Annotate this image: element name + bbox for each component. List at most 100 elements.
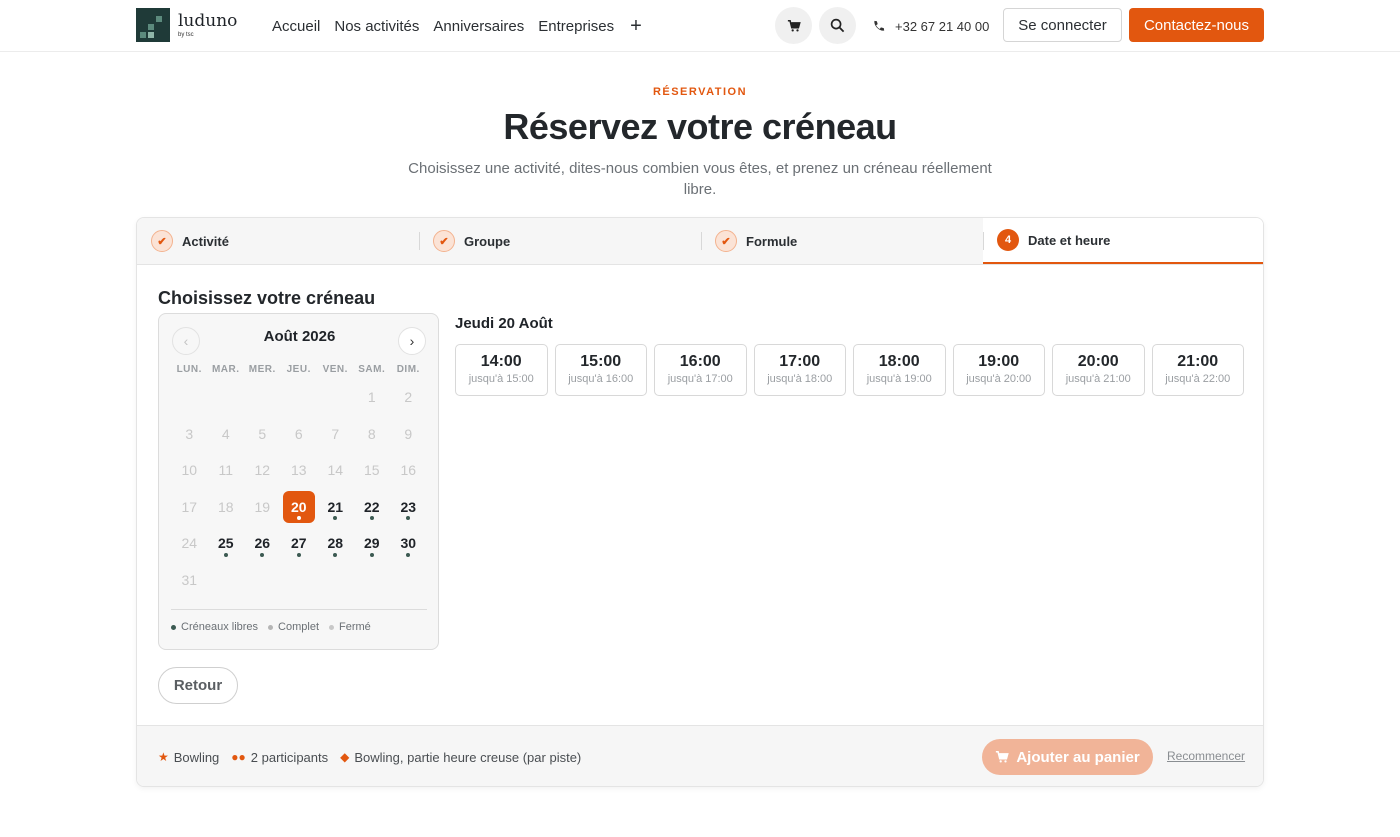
back-button[interactable]: Retour — [158, 667, 238, 704]
calendar-day: 1 — [367, 389, 376, 406]
step-label: Formule — [746, 233, 798, 249]
summary-group: ●● 2 participants — [231, 750, 328, 765]
calendar-empty-cell — [173, 381, 206, 414]
next-month-button[interactable]: › — [398, 327, 426, 355]
calendar-days: 1 2 3 4 5 6 7 8 9 10 11 12 13 14 15 16 17 18 19 20 21 22 23 24 2… — [171, 379, 427, 598]
cart-button[interactable] — [775, 7, 812, 44]
weekday-label: SAM. — [358, 364, 386, 375]
section-title: Choisissez votre créneau — [158, 288, 376, 308]
eyebrow: RÉSERVATION — [652, 86, 748, 98]
slot-until: jusqu'à 21:00 — [1065, 373, 1131, 385]
slot-time: 20:00 — [1077, 353, 1119, 370]
booking-card: ✔ Activité ✔ Groupe ✔ Formule 4 Date et … — [136, 217, 1264, 787]
step-date-heure[interactable]: 4 Date et heure — [983, 218, 1263, 264]
restart-link[interactable]: Recommencer — [1167, 749, 1245, 763]
menu-item-entreprises[interactable]: Entreprises — [538, 18, 614, 35]
contact-button[interactable]: Contactez-nous — [1129, 8, 1264, 42]
legend-item: Complet — [268, 621, 319, 633]
time-slot-button[interactable]: 17:00 jusqu'à 18:00 — [753, 344, 846, 396]
calendar-day[interactable]: 27 — [283, 527, 316, 560]
calendar-day[interactable]: 28 — [319, 527, 352, 560]
main-menu: Accueil Nos activités Anniversaires Entr… — [272, 0, 642, 52]
calendar-day[interactable]: 25 — [210, 527, 243, 560]
slot-time: 15:00 — [580, 353, 622, 370]
calendar-empty-cell — [319, 381, 352, 414]
weekday-header: LUN. MAR. MER. JEU. VEN. SAM. DIM. — [171, 364, 427, 375]
calendar-day[interactable]: 22 — [356, 491, 389, 524]
time-slot-button[interactable]: 15:00 jusqu'à 16:00 — [554, 344, 647, 396]
slot-time: 19:00 — [978, 353, 1020, 370]
slot-until: jusqu'à 22:00 — [1165, 373, 1231, 385]
calendar-day: 14 — [327, 462, 344, 479]
calendar-legend: Créneaux libres Complet Fermé — [171, 609, 427, 633]
page-subtitle: Choisissez une activité, dites-nous comb… — [408, 160, 992, 198]
calendar-grid: LUN. MAR. MER. JEU. VEN. SAM. DIM. 1 2 3 4 5 6 7 8 9 10… — [171, 364, 427, 598]
logo-wordmark: luduno by tsc — [178, 10, 238, 38]
time-slot-button[interactable]: 16:00 jusqu'à 17:00 — [654, 344, 747, 396]
step-formule[interactable]: ✔ Formule — [701, 218, 983, 264]
users-icon: ●● — [231, 750, 246, 764]
menu-item-anniversaires[interactable]: Anniversaires — [433, 18, 524, 35]
step-number: 4 — [997, 229, 1019, 251]
calendar-day: 3 — [185, 425, 194, 442]
top-navbar: luduno by tsc Accueil Nos activités Anni… — [0, 0, 1400, 52]
search-button[interactable] — [819, 7, 856, 44]
calendar-day: 8 — [367, 425, 376, 442]
slot-time: 16:00 — [679, 353, 721, 370]
legend-dot-icon — [268, 624, 274, 630]
booking-summary: ★ Bowling ●● 2 participants ◆ Bowling, part… — [158, 726, 581, 786]
legend-item: Créneaux libres — [171, 621, 258, 633]
calendar-day[interactable]: 30 — [392, 527, 425, 560]
calendar-day-selected[interactable]: 20 — [282, 490, 315, 523]
menu-item-activites[interactable]: Nos activités — [334, 18, 419, 35]
step-groupe[interactable]: ✔ Groupe — [419, 218, 701, 264]
login-button[interactable]: Se connecter — [1003, 8, 1122, 42]
time-slot-button[interactable]: 21:00 jusqu'à 22:00 — [1151, 344, 1244, 396]
calendar-day: 9 — [404, 425, 413, 442]
add-to-cart-label: Ajouter au panier — [1016, 748, 1140, 766]
add-to-cart-button[interactable]: Ajouter au panier — [982, 739, 1153, 775]
menu-item-accueil[interactable]: Accueil — [272, 18, 320, 35]
phone-icon — [874, 20, 885, 31]
calendar-day[interactable]: 26 — [246, 527, 279, 560]
calendar-day[interactable]: 29 — [356, 527, 389, 560]
logo-sub: by tsc — [178, 31, 194, 38]
summary-formula: ◆ Bowling, partie heure creuse (par piste… — [340, 750, 581, 765]
check-icon: ✔ — [433, 230, 455, 252]
weekday-label: LUN. — [176, 364, 202, 375]
calendar-day: 12 — [254, 462, 271, 479]
page-title: Réservez votre créneau — [503, 106, 897, 147]
slot-until: jusqu'à 17:00 — [667, 373, 733, 385]
legend-dot-icon — [329, 624, 335, 630]
time-slot-button[interactable]: 14:00 jusqu'à 15:00 — [455, 344, 548, 396]
slot-time: 21:00 — [1177, 353, 1219, 370]
phone-contact[interactable]: +32 67 21 40 00 — [872, 0, 989, 52]
phone-number: +32 67 21 40 00 — [895, 18, 990, 34]
summary-formula-text: Bowling, partie heure creuse (par piste) — [354, 749, 582, 765]
legend-item: Fermé — [329, 621, 371, 633]
calendar-day: 19 — [254, 498, 271, 515]
search-icon — [830, 18, 845, 33]
star-icon: ★ — [158, 750, 169, 764]
stepper: ✔ Activité ✔ Groupe ✔ Formule 4 Date et … — [137, 218, 1263, 265]
calendar-day[interactable]: 23 — [392, 491, 425, 524]
step-activite[interactable]: ✔ Activité — [137, 218, 419, 264]
weekday-label: MAR. — [211, 364, 240, 375]
legend-label: Fermé — [339, 621, 371, 633]
calendar-day[interactable]: 21 — [319, 491, 352, 524]
calendar-day: 16 — [400, 462, 417, 479]
time-slot-button[interactable]: 18:00 jusqu'à 19:00 — [853, 344, 946, 396]
menu-more-button[interactable]: + — [630, 15, 642, 38]
logo[interactable]: luduno by tsc — [136, 8, 237, 42]
calendar-day: 31 — [181, 571, 198, 588]
cart-icon — [787, 19, 801, 32]
time-slot-button[interactable]: 19:00 jusqu'à 20:00 — [952, 344, 1045, 396]
logo-name: luduno — [178, 10, 238, 31]
summary-activity: ★ Bowling — [158, 750, 219, 765]
time-slot-button[interactable]: 20:00 jusqu'à 21:00 — [1052, 344, 1145, 396]
calendar-day: 11 — [218, 462, 234, 479]
calendar-day: 5 — [258, 425, 267, 442]
weekday-label: JEU. — [286, 364, 311, 375]
slot-until: jusqu'à 15:00 — [468, 373, 534, 385]
chevron-right-icon: › — [409, 333, 415, 349]
